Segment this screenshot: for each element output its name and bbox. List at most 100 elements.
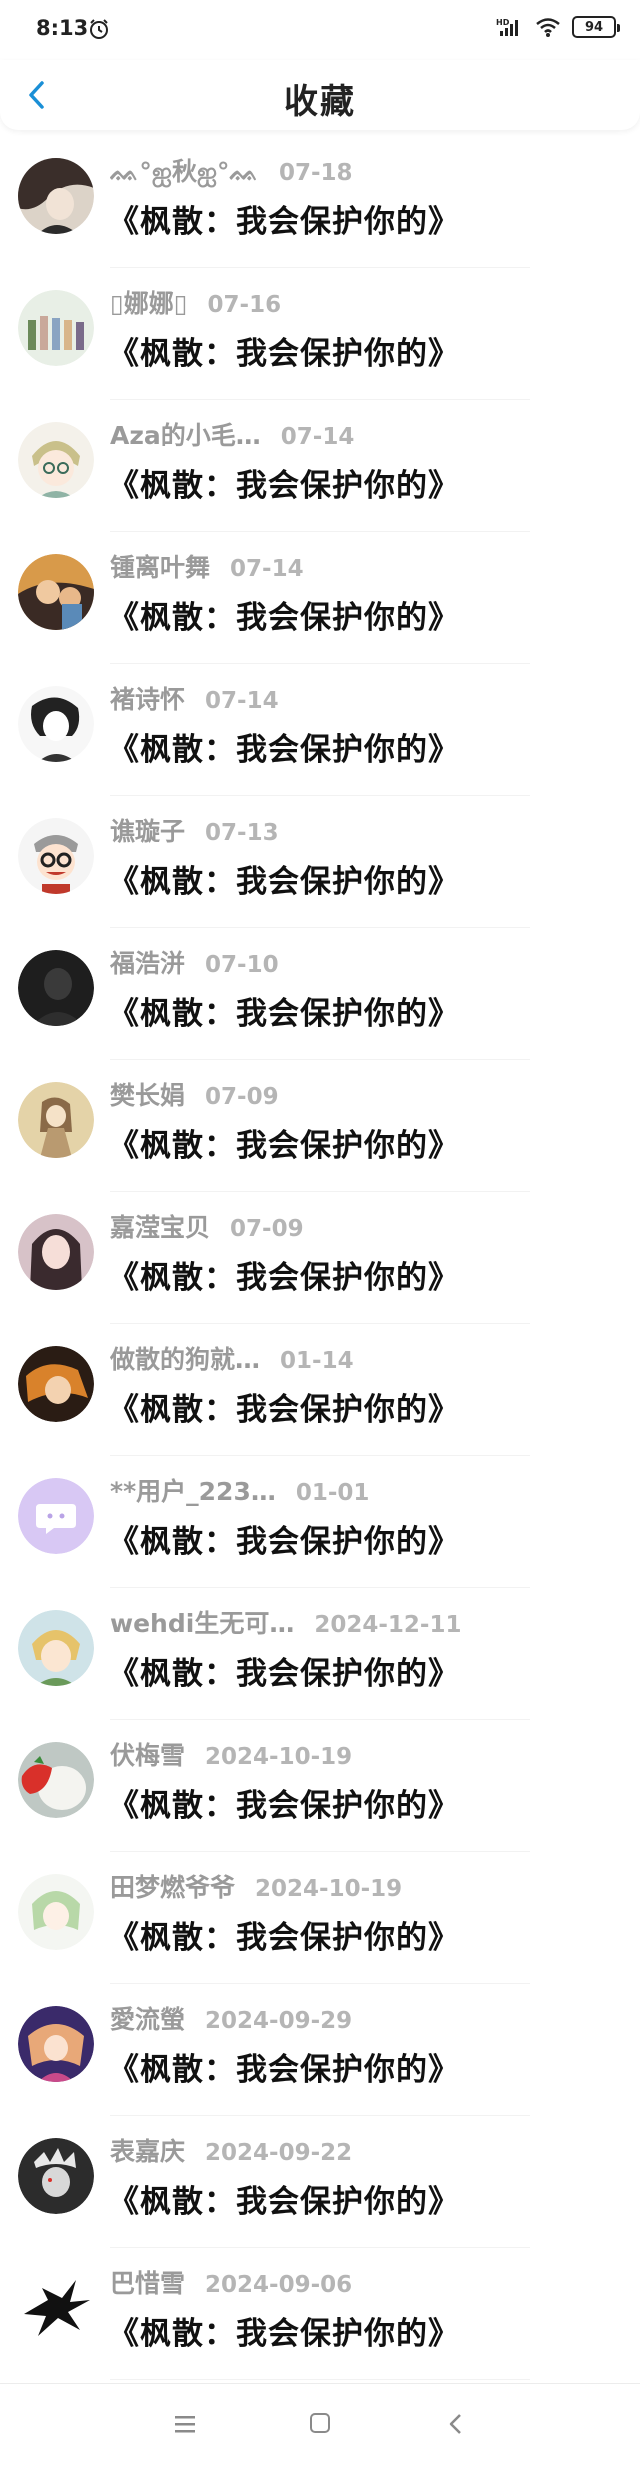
user-name: **用户_223… — [110, 1477, 276, 1506]
avatar — [18, 158, 94, 234]
post-title: 《枫散：我会保护你的》 — [108, 600, 460, 636]
date: 2024-09-29 — [205, 2008, 353, 2034]
date: 07-16 — [207, 292, 282, 318]
post-title: 《枫散：我会保护你的》 — [108, 2184, 460, 2220]
post-title: 《枫散：我会保护你的》 — [108, 1392, 460, 1428]
avatar — [18, 1742, 94, 1818]
user-name: ᨐ°ஐ秋ஐ°ᨐ — [110, 157, 259, 186]
user-name: Aza的小毛… — [110, 421, 261, 450]
date: 01-14 — [280, 1348, 354, 1374]
list-item[interactable]: 愛流螢 2024-09-29 《枫散：我会保护你的》 — [0, 1984, 640, 2116]
date: 2024-10-19 — [255, 1876, 403, 1902]
list-item[interactable]: 表嘉庆 2024-09-22 《枫散：我会保护你的》 — [0, 2116, 640, 2248]
user-name: 愛流螢 — [110, 2005, 186, 2034]
post-title: 《枫散：我会保护你的》 — [108, 1260, 460, 1296]
avatar — [18, 422, 94, 498]
date: 07-13 — [205, 820, 279, 846]
date: 2024-09-06 — [205, 2272, 353, 2298]
list-item[interactable]: 伏梅雪 2024-10-19 《枫散：我会保护你的》 — [0, 1720, 640, 1852]
post-title: 《枫散：我会保护你的》 — [108, 336, 460, 372]
user-name: 表嘉庆 — [110, 2137, 186, 2166]
system-nav-bar — [0, 2383, 640, 2469]
post-title: 《枫散：我会保护你的》 — [108, 2316, 460, 2352]
date: 2024-10-19 — [205, 1744, 353, 1770]
post-title: 《枫散：我会保护你的》 — [108, 864, 460, 900]
date: 07-14 — [280, 424, 355, 450]
list-item[interactable]: 巴惜雪 2024-09-06 《枫散：我会保护你的》 — [0, 2248, 640, 2380]
avatar — [18, 686, 94, 762]
user-name: 福浩洴 — [110, 949, 186, 978]
post-title: 《枫散：我会保护你的》 — [108, 2052, 460, 2088]
post-title: 《枫散：我会保护你的》 — [108, 1656, 460, 1692]
avatar — [18, 1874, 94, 1950]
avatar — [18, 1478, 94, 1554]
menu-icon[interactable] — [175, 2414, 195, 2434]
network-label: HD — [496, 18, 510, 27]
list-item[interactable]: wehdi生无可… 2024-12-11 《枫散：我会保护你的》 — [0, 1588, 640, 1720]
list-item[interactable]: 锺离叶舞 07-14 《枫散：我会保护你的》 — [0, 532, 640, 664]
list-item[interactable]: 谯璇子 07-13 《枫散：我会保护你的》 — [0, 796, 640, 928]
list-item[interactable]: 田梦燃爷爷 2024-10-19 《枫散：我会保护你的》 — [0, 1852, 640, 1984]
avatar — [18, 554, 94, 630]
back-triangle-icon[interactable] — [446, 2412, 466, 2436]
list-item[interactable]: **用户_223… 01-01 《枫散：我会保护你的》 — [0, 1456, 640, 1588]
home-square-icon[interactable] — [310, 2413, 330, 2433]
signal-icon: HD — [496, 18, 518, 36]
post-title: 《枫散：我会保护你的》 — [108, 1920, 460, 1956]
user-name: 锺离叶舞 — [110, 553, 211, 582]
user-name: wehdi生无可… — [110, 1609, 295, 1638]
post-title: 《枫散：我会保护你的》 — [108, 468, 460, 504]
post-title: 《枫散：我会保护你的》 — [108, 204, 460, 240]
avatar — [18, 2138, 94, 2214]
user-name: 谯璇子 — [110, 817, 186, 846]
page-title: 收藏 — [284, 82, 356, 122]
favorites-list: ᨐ°ஐ秋ஐ°ᨐ 07-18 《枫散：我会保护你的》 ▯娜娜▯ 07-16 《枫散… — [0, 136, 640, 2380]
user-name: 樊长娟 — [110, 1081, 186, 1110]
user-name: 伏梅雪 — [110, 1741, 186, 1770]
post-title: 《枫散：我会保护你的》 — [108, 1128, 460, 1164]
user-name: 做散的狗就… — [110, 1345, 261, 1374]
date: 07-18 — [279, 160, 353, 186]
status-time: 8:13 — [36, 16, 89, 40]
wifi-icon — [536, 18, 560, 37]
date: 01-01 — [295, 1480, 370, 1506]
header: 收藏 — [0, 60, 640, 130]
list-item[interactable]: 褚诗怀 07-14 《枫散：我会保护你的》 — [0, 664, 640, 796]
avatar — [18, 1346, 94, 1422]
battery-level: 94 — [584, 19, 604, 35]
date: 2024-09-22 — [205, 2140, 353, 2166]
date: 07-14 — [205, 688, 279, 714]
user-name: 田梦燃爷爷 — [110, 1873, 236, 1902]
user-name: 嘉滢宝贝 — [110, 1213, 211, 1242]
list-item[interactable]: Aza的小毛… 07-14 《枫散：我会保护你的》 — [0, 400, 640, 532]
avatar — [18, 950, 94, 1026]
avatar — [18, 1082, 94, 1158]
avatar — [18, 2270, 94, 2346]
user-name: 巴惜雪 — [110, 2269, 186, 2298]
avatar — [18, 1610, 94, 1686]
post-title: 《枫散：我会保护你的》 — [108, 732, 460, 768]
avatar — [18, 818, 94, 894]
list-item[interactable]: ᨐ°ஐ秋ஐ°ᨐ 07-18 《枫散：我会保护你的》 — [0, 136, 640, 268]
status-icons: HD 94 — [496, 16, 620, 38]
user-name: ▯娜娜▯ — [110, 289, 188, 318]
date: 07-10 — [205, 952, 279, 978]
list-item[interactable]: 做散的狗就… 01-14 《枫散：我会保护你的》 — [0, 1324, 640, 1456]
list-item[interactable]: 福浩洴 07-10 《枫散：我会保护你的》 — [0, 928, 640, 1060]
date: 07-09 — [230, 1216, 304, 1242]
avatar — [18, 2006, 94, 2082]
list-item[interactable]: ▯娜娜▯ 07-16 《枫散：我会保护你的》 — [0, 268, 640, 400]
battery-icon: 94 — [572, 16, 620, 38]
date: 07-14 — [230, 556, 304, 582]
user-name: 褚诗怀 — [110, 685, 186, 714]
avatar — [18, 1214, 94, 1290]
list-item[interactable]: 樊长娟 07-09 《枫散：我会保护你的》 — [0, 1060, 640, 1192]
date: 07-09 — [205, 1084, 279, 1110]
status-bar: 8:13 HD 94 — [0, 0, 640, 60]
post-title: 《枫散：我会保护你的》 — [108, 1788, 460, 1824]
date: 2024-12-11 — [314, 1612, 462, 1638]
list-item[interactable]: 嘉滢宝贝 07-09 《枫散：我会保护你的》 — [0, 1192, 640, 1324]
post-title: 《枫散：我会保护你的》 — [108, 996, 460, 1032]
avatar — [18, 290, 94, 366]
post-title: 《枫散：我会保护你的》 — [108, 1524, 460, 1560]
